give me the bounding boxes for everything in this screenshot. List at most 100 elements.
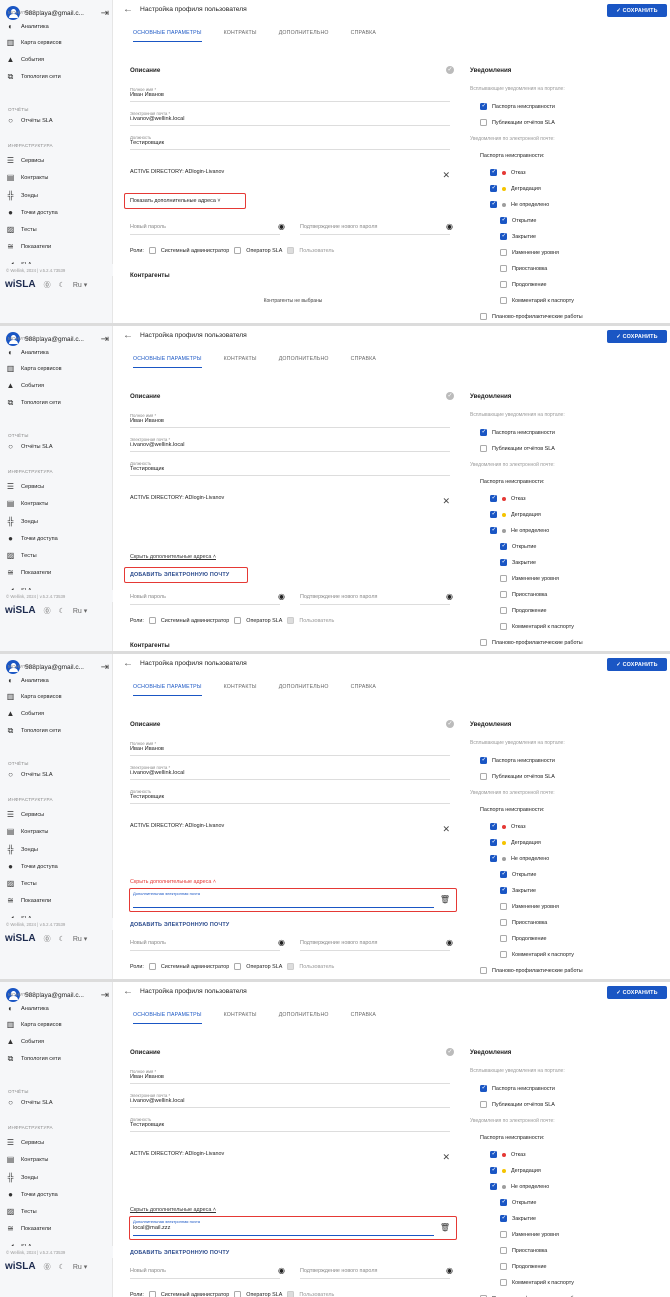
notification-option[interactable]: Продолжение (500, 607, 547, 614)
notification-option[interactable]: Закрытие (500, 232, 536, 240)
notification-option[interactable]: Открытие (500, 216, 536, 224)
sidebar-item[interactable]: ≅ Показатели (6, 894, 106, 908)
checkbox[interactable] (490, 526, 497, 534)
email-field[interactable]: i.ivanov@wellink.local (130, 442, 185, 448)
checkbox[interactable] (480, 313, 487, 320)
email-field[interactable]: i.ivanov@wellink.local (130, 770, 185, 776)
sidebar-item[interactable]: ╬ Зонды (6, 515, 106, 529)
notification-option[interactable]: Комментарий к паспорту (500, 297, 574, 304)
extra-email-value[interactable]: local@mail.zzz (133, 1225, 170, 1231)
role-admin-checkbox[interactable] (148, 617, 156, 624)
checkbox[interactable] (480, 1101, 487, 1108)
extra-email-field[interactable]: Дополнительная электронная почта local@ma… (129, 1216, 457, 1240)
tab[interactable]: СПРАВКА (351, 684, 376, 696)
tab[interactable]: ДОПОЛНИТЕЛЬНО (279, 356, 329, 368)
checkbox[interactable] (490, 1182, 497, 1190)
notification-option[interactable]: Паспорта неисправности (480, 756, 555, 764)
checkbox[interactable] (500, 1214, 507, 1222)
tab[interactable]: КОНТРАКТЫ (224, 356, 257, 368)
sidebar-item[interactable]: ▤ Контракты (6, 497, 106, 511)
notification-option[interactable]: Закрытие (500, 558, 536, 566)
language-select[interactable]: Ru ▾ (73, 607, 87, 615)
eye-icon[interactable]: ◉ (278, 592, 285, 601)
close-icon[interactable]: ✕ (442, 170, 450, 181)
logout-icon[interactable]: ⇥ (101, 334, 109, 345)
sidebar-item[interactable]: ☰ Сервисы (6, 154, 106, 168)
notification-option[interactable]: Комментарий к паспорту (500, 951, 574, 958)
checkbox[interactable] (490, 184, 497, 192)
sidebar-item[interactable]: ○ Отчёты SLA (6, 114, 106, 128)
checkbox[interactable] (490, 168, 497, 176)
theme-icon[interactable]: ☾ (59, 607, 65, 615)
checkbox[interactable] (500, 607, 507, 614)
notification-option[interactable]: Изменение уровня (500, 903, 559, 910)
tab[interactable]: КОНТРАКТЫ (224, 1012, 257, 1024)
tab[interactable]: ОСНОВНЫЕ ПАРАМЕТРЫ (133, 30, 202, 42)
role-operator-checkbox[interactable] (234, 617, 242, 624)
checkbox[interactable] (490, 1166, 497, 1174)
sidebar-item[interactable]: ≅ Показатели (6, 566, 106, 580)
theme-icon[interactable]: ☾ (59, 281, 65, 289)
logout-icon[interactable]: ⇥ (101, 990, 109, 1001)
theme-icon[interactable]: ☾ (59, 1263, 65, 1271)
checkbox[interactable] (500, 870, 507, 878)
tab[interactable]: КОНТРАКТЫ (224, 684, 257, 696)
eye-icon[interactable]: ◉ (278, 938, 285, 947)
notification-option[interactable]: Паспорта неисправности (480, 1084, 555, 1092)
confirm-password-field[interactable]: Подтверждение нового пароля (300, 1268, 377, 1274)
checkbox[interactable] (480, 773, 487, 780)
notification-option[interactable]: Деградация (490, 838, 541, 846)
checkbox[interactable] (490, 200, 497, 208)
sidebar-item[interactable]: ▤ Контракты (6, 1153, 106, 1167)
close-icon[interactable]: ✕ (442, 1152, 450, 1163)
logout-icon[interactable]: ⇥ (101, 662, 109, 673)
notification-option[interactable]: Паспорта неисправности (480, 428, 555, 436)
sidebar-item[interactable]: ▲ События (6, 707, 106, 721)
sidebar-item[interactable]: ▥ Карта сервисов (6, 1018, 106, 1032)
notification-option[interactable]: Комментарий к паспорту (500, 1279, 574, 1286)
tab[interactable]: ДОПОЛНИТЕЛЬНО (279, 30, 329, 42)
checkbox[interactable] (480, 119, 487, 126)
checkbox[interactable] (500, 919, 507, 926)
role-admin-checkbox[interactable] (148, 963, 156, 970)
notification-option[interactable]: Публикации отчётов SLA (480, 773, 555, 780)
role-operator-checkbox[interactable] (234, 247, 242, 254)
role-admin-checkbox[interactable] (148, 1291, 156, 1297)
checkbox[interactable] (500, 935, 507, 942)
sidebar-item[interactable]: ○ Отчёты SLA (6, 440, 106, 454)
sidebar-item[interactable]: ● Точки доступа (6, 860, 106, 874)
tab[interactable]: ДОПОЛНИТЕЛЬНО (279, 1012, 329, 1024)
sidebar-item[interactable]: ○ Отчёты SLA (6, 1096, 106, 1110)
notification-option[interactable]: Комментарий к паспорту (500, 623, 574, 630)
back-arrow-icon[interactable]: ← (123, 986, 133, 997)
logout-icon[interactable]: ⇥ (101, 8, 109, 19)
sidebar-item[interactable]: ◐ Аналитика (6, 1002, 106, 1016)
notification-option[interactable]: Отказ (490, 1150, 526, 1158)
notification-option[interactable]: Приостановка (500, 919, 547, 926)
tab[interactable]: СПРАВКА (351, 356, 376, 368)
notification-option[interactable]: Паспорта неисправности (480, 102, 555, 110)
checkbox[interactable] (500, 265, 507, 272)
sidebar-item[interactable]: ◐ Аналитика (6, 674, 106, 688)
notification-option[interactable]: Приостановка (500, 265, 547, 272)
sidebar-item[interactable]: ▲ События (6, 1035, 106, 1049)
fullname-field[interactable]: Иван Иванов (130, 1074, 164, 1080)
new-password-field[interactable]: Новый пароль (130, 1268, 166, 1274)
checkbox[interactable] (480, 445, 487, 452)
sidebar-item[interactable]: ☰ Сервисы (6, 1136, 106, 1150)
sidebar-item[interactable]: ● Точки доступа (6, 206, 106, 220)
sidebar-item[interactable]: ▨ Тесты (6, 223, 106, 237)
notification-option[interactable]: Деградация (490, 1166, 541, 1174)
notification-option[interactable]: Не определено (490, 854, 549, 862)
sidebar-item[interactable]: ▥ Карта сервисов (6, 362, 106, 376)
checkbox[interactable] (500, 297, 507, 304)
checkbox[interactable] (500, 249, 507, 256)
help-icon[interactable]: ⓪ (44, 280, 51, 290)
checkbox[interactable] (500, 951, 507, 958)
sidebar-item[interactable]: ▤ Контракты (6, 825, 106, 839)
notification-option[interactable]: Открытие (500, 542, 536, 550)
sidebar-item[interactable]: ≅ Показатели (6, 1222, 106, 1236)
sidebar-item[interactable]: ▥ Карта сервисов (6, 690, 106, 704)
fullname-field[interactable]: Иван Иванов (130, 418, 164, 424)
notification-option[interactable]: Открытие (500, 870, 536, 878)
